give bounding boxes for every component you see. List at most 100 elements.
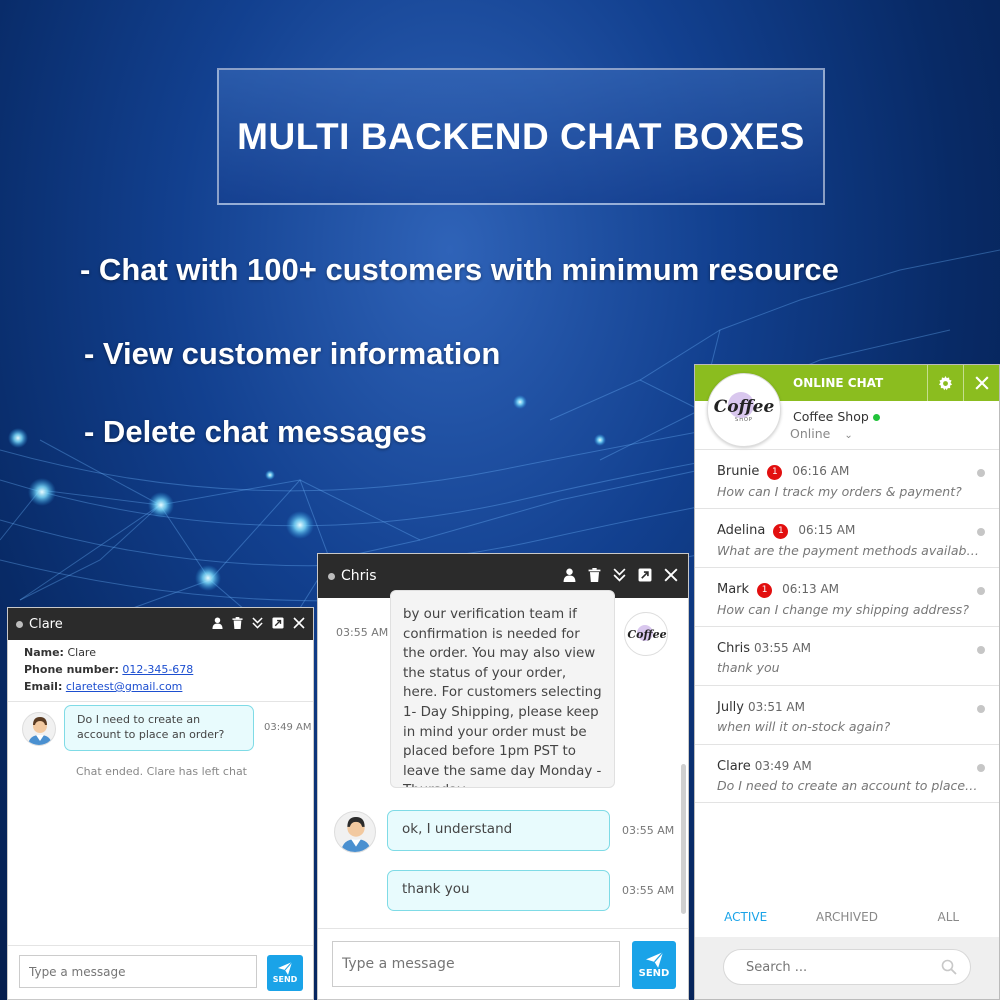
status-dropdown[interactable]: Online ⌄ — [790, 426, 853, 441]
chat-window-clare: Clare Name: Clare Phone number: 012-345-… — [7, 607, 314, 1000]
composer: SEND — [318, 928, 688, 999]
status-dot — [977, 705, 985, 713]
customer-avatar — [22, 712, 56, 746]
tab-active[interactable]: ACTIVE — [695, 910, 796, 936]
conversation-tabs: ACTIVE ARCHIVED ALL — [695, 910, 999, 936]
agent-message-bubble: by our verification team if confirmation… — [390, 590, 615, 788]
send-icon — [645, 951, 663, 968]
conversation-time: 06:15 AM — [798, 523, 856, 537]
conversation-time: 06:13 AM — [782, 582, 840, 596]
send-button[interactable]: SEND — [267, 955, 303, 991]
conversation-preview: How can I track my orders & payment? — [717, 484, 962, 499]
status-value: Online — [790, 426, 831, 441]
send-label: SEND — [272, 975, 298, 984]
search-area — [695, 937, 999, 999]
conversation-item[interactable]: Clare 03:49 AM Do I need to create an acc… — [695, 744, 999, 803]
message-time: 03:55 AM — [336, 626, 389, 639]
feature-bullet-3: - Delete chat messages — [84, 414, 427, 449]
conversation-preview: Do I need to create an account to place … — [717, 778, 979, 793]
scrollbar[interactable] — [681, 764, 686, 914]
conversation-item[interactable]: Brunie 1 06:16 AM How can I track my order… — [695, 449, 999, 508]
search-icon[interactable] — [941, 959, 957, 975]
conversation-name: Chris — [717, 641, 751, 656]
unread-badge: 1 — [773, 524, 789, 539]
chat-ended-note: Chat ended. Clare has left chat — [75, 765, 247, 778]
trash-icon[interactable] — [588, 567, 601, 585]
send-icon — [278, 962, 292, 975]
message-bubble: Do I need to create an account to place … — [64, 705, 254, 751]
reply-time: 03:55 AM — [622, 884, 675, 897]
close-icon[interactable] — [293, 616, 305, 632]
minimize-icon[interactable] — [613, 567, 626, 585]
conversation-item[interactable]: Jully 03:51 AM when will it on-stock agai… — [695, 685, 999, 744]
unread-badge: 1 — [767, 465, 783, 480]
conversation-item[interactable]: Chris 03:55 AM thank you — [695, 626, 999, 685]
title-banner: MULTI BACKEND CHAT BOXES — [217, 68, 825, 205]
logo-text: Coffee — [713, 397, 775, 417]
message-time: 03:49 AM — [264, 722, 312, 733]
shop-name: Coffee Shop — [793, 409, 880, 424]
page-title: MULTI BACKEND CHAT BOXES — [237, 115, 805, 157]
conversation-name: Brunie — [717, 464, 760, 479]
close-icon[interactable] — [664, 568, 678, 585]
phone-link[interactable]: 012-345-678 — [122, 663, 193, 676]
unread-badge: 1 — [757, 583, 773, 598]
minimize-icon[interactable] — [252, 616, 263, 632]
reply-bubble: thank you — [387, 870, 610, 911]
search-input[interactable] — [723, 949, 971, 985]
logo-subtext: SHOP — [735, 417, 753, 423]
online-status-dot — [872, 414, 880, 421]
status-dot — [977, 587, 985, 595]
chat-header: Clare — [8, 608, 313, 640]
feature-bullet-1: - Chat with 100+ customers with minimum … — [80, 252, 839, 287]
name-value: Clare — [67, 646, 96, 659]
svg-text:Coffee: Coffee — [627, 628, 666, 641]
panel-close-button[interactable] — [963, 365, 999, 401]
customer-info: Name: Clare Phone number: 012-345-678 Em… — [8, 640, 313, 702]
shop-logo-avatar: Coffee — [624, 612, 668, 656]
phone-label: Phone number: — [24, 663, 119, 676]
status-dot — [16, 620, 23, 628]
chat-contact-name: Clare — [29, 616, 63, 632]
status-dot — [977, 646, 985, 654]
expand-icon[interactable] — [638, 568, 652, 585]
message-input[interactable] — [332, 941, 620, 987]
conversation-name: Jully — [717, 700, 744, 715]
email-label: Email: — [24, 680, 63, 693]
tab-all[interactable]: ALL — [898, 910, 999, 936]
conversation-preview: How can I change my shipping address? — [717, 602, 969, 617]
chat-contact-name: Chris — [341, 568, 377, 584]
reply-bubble: ok, I understand — [387, 810, 610, 851]
settings-button[interactable] — [927, 365, 963, 401]
conversation-list: Brunie 1 06:16 AM How can I track my order… — [695, 449, 999, 803]
send-button[interactable]: SEND — [632, 941, 676, 989]
expand-icon[interactable] — [272, 616, 284, 632]
user-icon[interactable] — [212, 617, 223, 632]
conversation-preview: What are the payment methods available? — [717, 543, 979, 558]
chevron-down-icon: ⌄ — [844, 430, 853, 441]
status-dot — [328, 572, 335, 580]
customer-avatar — [334, 811, 376, 853]
conversation-item[interactable]: Mark 1 06:13 AM How can I change my shippi… — [695, 567, 999, 626]
conversation-time: 03:55 AM — [754, 641, 812, 655]
conversation-time: 06:16 AM — [792, 464, 850, 478]
user-icon[interactable] — [563, 568, 576, 585]
conversation-time: 03:51 AM — [748, 700, 805, 714]
email-link[interactable]: claretest@gmail.com — [66, 680, 183, 693]
conversation-name: Adelina — [717, 523, 766, 538]
shop-logo: Coffee SHOP — [707, 373, 781, 447]
panel-title: ONLINE CHAT — [793, 376, 884, 390]
conversation-item[interactable]: Adelina 1 06:15 AM What are the payment me… — [695, 508, 999, 567]
status-dot — [977, 764, 985, 772]
conversation-name: Clare — [717, 759, 751, 774]
name-label: Name: — [24, 646, 64, 659]
trash-icon[interactable] — [232, 616, 243, 632]
message-input[interactable] — [19, 955, 257, 988]
chat-window-chris: Chris 03:55 AM by our verification team … — [317, 553, 689, 1000]
conversation-name: Mark — [717, 582, 750, 597]
conversation-time: 03:49 AM — [754, 759, 812, 773]
send-label: SEND — [638, 967, 670, 979]
conversation-preview: thank you — [717, 660, 780, 675]
tab-archived[interactable]: ARCHIVED — [796, 910, 897, 936]
conversation-preview: when will it on-stock again? — [717, 719, 891, 734]
